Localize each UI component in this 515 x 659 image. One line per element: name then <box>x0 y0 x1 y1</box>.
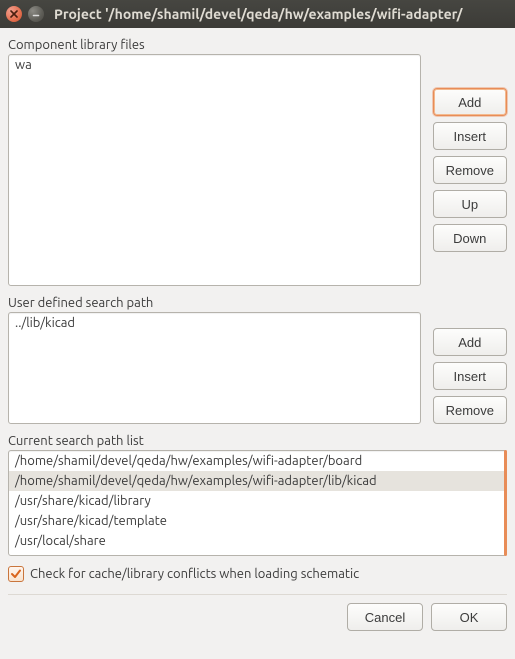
close-icon[interactable] <box>6 6 22 22</box>
user-search-path-list[interactable]: ../lib/kicad <box>8 312 421 424</box>
ok-button[interactable]: OK <box>431 603 507 631</box>
list-item[interactable]: /home/shamil/devel/qeda/hw/examples/wifi… <box>9 451 506 471</box>
insert-button[interactable]: Insert <box>433 362 507 390</box>
remove-button[interactable]: Remove <box>433 156 507 184</box>
add-button[interactable]: Add <box>433 88 507 116</box>
remove-button[interactable]: Remove <box>433 396 507 424</box>
titlebar: Project '/home/shamil/devel/qeda/hw/exam… <box>0 0 515 28</box>
current-search-path-list[interactable]: /home/shamil/devel/qeda/hw/examples/wifi… <box>8 450 507 556</box>
list-item[interactable]: /home/shamil/devel/qeda/hw/examples/wifi… <box>9 471 506 491</box>
library-files-label: Component library files <box>8 38 507 52</box>
down-button[interactable]: Down <box>433 224 507 252</box>
current-search-path-label: Current search path list <box>8 434 507 448</box>
list-item[interactable]: /usr/local/share <box>9 531 506 551</box>
cache-conflicts-checkbox[interactable] <box>8 566 24 582</box>
list-item[interactable]: wa <box>9 55 420 75</box>
scrollbar[interactable] <box>504 450 507 556</box>
minimize-icon[interactable] <box>28 6 44 22</box>
separator <box>8 594 507 595</box>
cache-conflicts-label: Check for cache/library conflicts when l… <box>30 567 359 581</box>
add-button[interactable]: Add <box>433 328 507 356</box>
window-title: Project '/home/shamil/devel/qeda/hw/exam… <box>54 6 463 22</box>
user-search-path-label: User defined search path <box>8 296 507 310</box>
list-item[interactable]: /usr/share/kicad/library <box>9 491 506 511</box>
library-files-list[interactable]: wa <box>8 54 421 286</box>
insert-button[interactable]: Insert <box>433 122 507 150</box>
cancel-button[interactable]: Cancel <box>347 603 423 631</box>
list-item[interactable]: ../lib/kicad <box>9 313 420 333</box>
up-button[interactable]: Up <box>433 190 507 218</box>
list-item[interactable]: /usr/share/kicad/template <box>9 511 506 531</box>
